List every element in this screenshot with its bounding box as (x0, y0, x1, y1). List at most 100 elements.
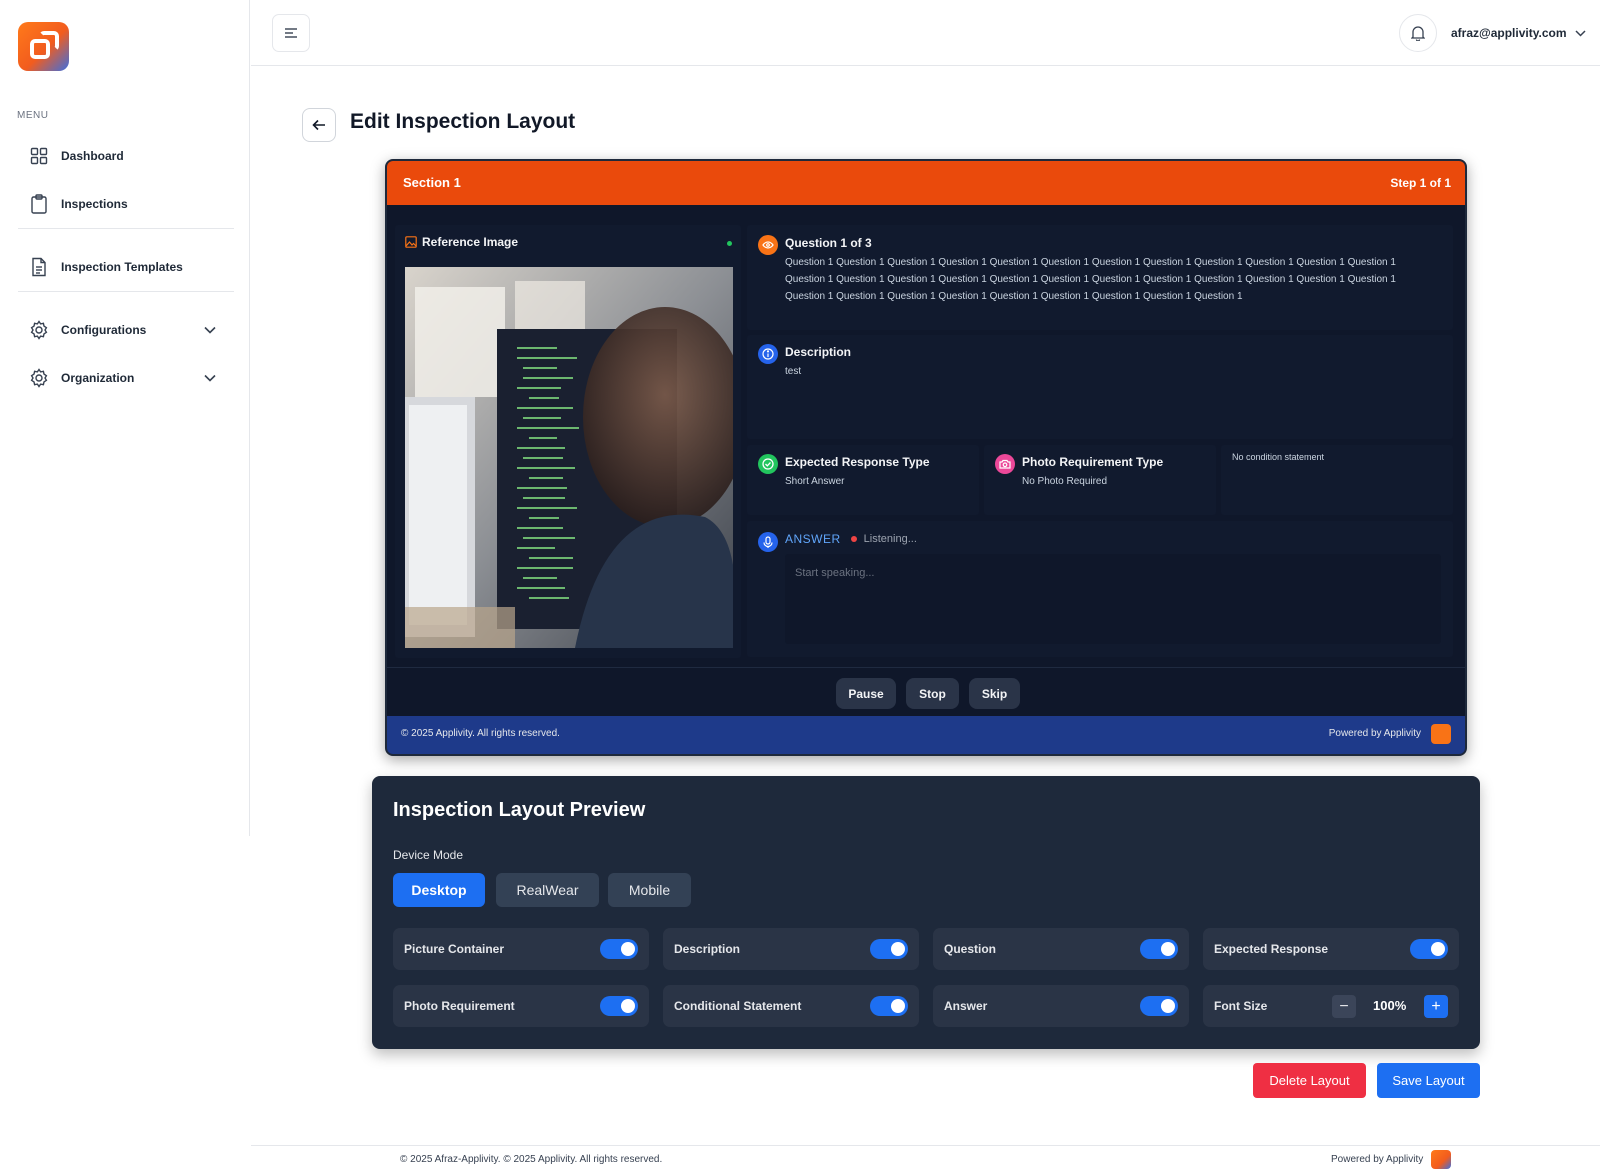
option-picture-container: Picture Container (393, 928, 649, 970)
expected-response-panel: Expected Response Type Short Answer (747, 445, 979, 515)
pause-button[interactable]: Pause (836, 678, 896, 709)
toggle-switch[interactable] (600, 939, 638, 959)
option-font-size: Font Size − 100% + (1203, 985, 1459, 1027)
grid-icon (28, 145, 50, 167)
gear-icon (28, 319, 50, 341)
expected-response-value: Short Answer (785, 476, 845, 487)
notifications-button[interactable] (1399, 14, 1437, 52)
image-icon (405, 236, 417, 248)
device-mode-label: Device Mode (393, 848, 464, 862)
sidebar-item-inspections[interactable]: Inspections (18, 186, 234, 222)
font-size-label: Font Size (1214, 999, 1268, 1013)
expected-response-title: Expected Response Type (785, 455, 930, 469)
app-root: MENU Dashboard Inspections Inspection Te… (0, 0, 1600, 1173)
status-dot (727, 241, 732, 246)
sidebar-item-inspection-templates[interactable]: Inspection Templates (18, 249, 234, 285)
inspection-screen-preview: Section 1 Step 1 of 1 Reference Image Qu… (385, 159, 1467, 756)
font-size-increase-button[interactable]: + (1424, 995, 1448, 1018)
screen-footer-powered: Powered by Applivity (1328, 728, 1421, 739)
page-title: Edit Inspection Layout (350, 110, 576, 133)
app-logo[interactable] (18, 22, 69, 71)
document-icon (28, 256, 50, 278)
step-indicator: Step 1 of 1 (1390, 176, 1451, 190)
sidebar-item-configurations[interactable]: Configurations (18, 312, 234, 348)
option-label: Conditional Statement (674, 999, 802, 1013)
font-size-value: 100% (1373, 998, 1407, 1013)
sidebar-item-dashboard[interactable]: Dashboard (18, 138, 234, 174)
option-label: Question (944, 942, 997, 956)
toggle-switch[interactable] (870, 996, 908, 1016)
photo-requirement-panel: Photo Requirement Type No Photo Required (984, 445, 1216, 515)
option-label: Picture Container (404, 942, 505, 956)
reference-image-title: Reference Image (422, 235, 519, 249)
toggle-switch[interactable] (600, 996, 638, 1016)
nav-divider (18, 228, 234, 229)
arrow-left-icon (312, 119, 325, 131)
toggle-switch[interactable] (870, 939, 908, 959)
delete-layout-button[interactable]: Delete Layout (1253, 1063, 1366, 1098)
question-text: Question 1 Question 1 Question 1 Questio… (785, 257, 1396, 302)
answer-label: ANSWER (785, 532, 841, 546)
option-conditional-statement: Conditional Statement (663, 985, 919, 1027)
card-title: Inspection Layout Preview (393, 799, 646, 821)
sidebar-item-label: Configurations (61, 323, 147, 337)
camera-icon (995, 454, 1015, 474)
description-title: Description (785, 345, 852, 359)
option-question: Question (933, 928, 1189, 970)
chevron-down-icon (1574, 29, 1586, 37)
toggle-switch[interactable] (1410, 939, 1448, 959)
screen-footer-copyright: © 2025 Applivity. All rights reserved. (401, 728, 560, 739)
save-layout-button[interactable]: Save Layout (1377, 1063, 1480, 1098)
option-answer: Answer (933, 985, 1189, 1027)
playback-controls: Pause Stop Skip (387, 667, 1465, 717)
sidebar-item-label: Inspection Templates (61, 260, 183, 274)
sidebar-item-label: Inspections (61, 197, 128, 211)
user-menu[interactable]: afraz@applivity.com (1451, 22, 1586, 44)
footer-logo (1431, 1150, 1451, 1169)
nav-divider (18, 291, 234, 292)
device-realwear-button[interactable]: RealWear (496, 873, 599, 907)
microphone-icon (758, 532, 778, 552)
question-panel: Question 1 of 3 Question 1 Question 1 Qu… (747, 225, 1453, 330)
answer-panel: ANSWER Listening... Start speaking... (747, 521, 1453, 657)
description-panel: Description test (747, 335, 1453, 439)
answer-input[interactable]: Start speaking... (785, 554, 1441, 644)
option-label: Answer (944, 999, 988, 1013)
check-circle-icon (758, 454, 778, 474)
photo-requirement-title: Photo Requirement Type (1022, 455, 1164, 469)
option-label: Description (674, 942, 741, 956)
listening-status: Listening... (863, 533, 917, 545)
option-label: Expected Response (1214, 942, 1329, 956)
info-icon (758, 344, 778, 364)
option-description: Description (663, 928, 919, 970)
top-bar: afraz@applivity.com (251, 0, 1600, 66)
question-title: Question 1 of 3 (785, 236, 872, 250)
answer-placeholder: Start speaking... (795, 567, 875, 579)
answer-status: ANSWER Listening... (785, 532, 917, 546)
font-size-decrease-button[interactable]: − (1332, 995, 1356, 1018)
condition-text: No condition statement (1232, 452, 1325, 462)
back-button[interactable] (302, 108, 336, 142)
sidebar-item-label: Dashboard (61, 149, 124, 163)
logo-square-back (39, 31, 59, 51)
section-title: Section 1 (403, 175, 461, 190)
option-label: Photo Requirement (404, 999, 515, 1013)
device-desktop-button[interactable]: Desktop (393, 873, 485, 907)
condition-panel: No condition statement (1221, 445, 1453, 515)
skip-button[interactable]: Skip (969, 678, 1020, 709)
sidebar-item-organization[interactable]: Organization (18, 360, 234, 396)
menu-toggle-button[interactable] (272, 14, 310, 52)
sidebar: MENU Dashboard Inspections Inspection Te… (0, 0, 250, 836)
photo-requirement-value: No Photo Required (1022, 476, 1108, 487)
hamburger-icon (285, 28, 297, 38)
footer-powered: Powered by Applivity (1331, 1154, 1424, 1165)
sidebar-item-label: Organization (61, 371, 135, 385)
recording-dot (850, 536, 857, 542)
stop-button[interactable]: Stop (906, 678, 959, 709)
eye-icon (758, 235, 778, 255)
option-photo-requirement: Photo Requirement (393, 985, 649, 1027)
toggle-switch[interactable] (1140, 996, 1178, 1016)
toggle-switch[interactable] (1140, 939, 1178, 959)
device-mobile-button[interactable]: Mobile (608, 873, 691, 907)
bell-icon (1411, 26, 1425, 41)
